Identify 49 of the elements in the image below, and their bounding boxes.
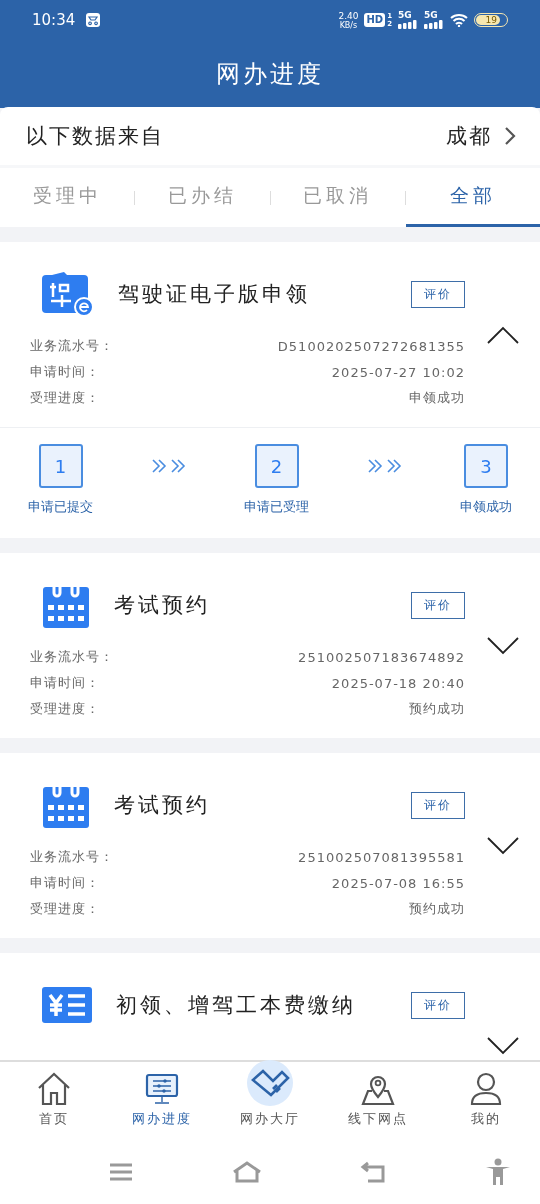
field-label: 受理进度：	[30, 700, 100, 718]
network-type: 5G	[398, 11, 412, 20]
hd-badge: HD	[364, 13, 386, 27]
nav-tab[interactable]: 首页	[0, 1062, 108, 1140]
page-title: 网办进度	[216, 59, 324, 90]
step-number: 1	[38, 444, 83, 488]
speed-unit: KB/s	[339, 20, 358, 30]
field-value: 申领成功	[409, 389, 465, 407]
network-type: 5G	[424, 11, 438, 20]
field-label: 申请时间：	[30, 363, 100, 381]
record-title: 初领、增驾工本费缴纳	[116, 992, 356, 1019]
field-label: 受理进度：	[30, 900, 100, 918]
network-speed: 2.40	[338, 10, 359, 21]
field-value: 251002507081395581	[298, 849, 465, 865]
nav-tab[interactable]: 网办大厅	[216, 1062, 324, 1140]
status-time: 10:34	[32, 11, 76, 29]
field-value: 预约成功	[409, 700, 465, 718]
field-value: 2025-07-27 10:02	[331, 364, 465, 380]
record-title: 考试预约	[114, 792, 210, 819]
nav-tab[interactable]: 线下网点	[324, 1062, 432, 1140]
data-source-bar[interactable]: 以下数据来自 成都	[0, 107, 540, 168]
step-label: 申请已提交	[28, 498, 93, 516]
step-number: 2	[254, 444, 299, 488]
nav-tab[interactable]: 我的	[432, 1062, 540, 1140]
field-value: 2025-07-08 16:55	[331, 875, 465, 891]
city-name: 成都	[446, 123, 492, 150]
field-label: 业务流水号：	[30, 648, 114, 666]
field-label: 申请时间：	[30, 674, 100, 692]
field-value: 2025-07-18 20:40	[331, 675, 465, 691]
rate-button[interactable]: 评价	[411, 591, 465, 619]
field-label: 业务流水号：	[30, 337, 114, 355]
field-label: 业务流水号：	[30, 848, 114, 866]
record-title: 驾驶证电子版申领	[118, 281, 310, 308]
step-label: 申请已受理	[244, 498, 309, 516]
record-title: 考试预约	[114, 592, 210, 619]
field-value: 预约成功	[409, 900, 465, 918]
rate-button[interactable]: 评价	[411, 991, 465, 1019]
status-tab[interactable]: 全部	[405, 168, 540, 227]
data-source-label: 以下数据来自	[26, 123, 164, 150]
rate-button[interactable]: 评价	[411, 280, 465, 308]
nav-tab[interactable]: 网办进度	[108, 1062, 216, 1140]
battery-percent: 19	[485, 15, 498, 25]
field-value: 251002507183674892	[298, 649, 465, 665]
step-label: 申领成功	[460, 498, 512, 516]
field-value: D5100202507272681355	[277, 338, 465, 354]
rate-button[interactable]: 评价	[411, 791, 465, 819]
step-number: 3	[464, 444, 508, 488]
field-label: 受理进度：	[30, 389, 100, 407]
field-label: 申请时间：	[30, 874, 100, 892]
